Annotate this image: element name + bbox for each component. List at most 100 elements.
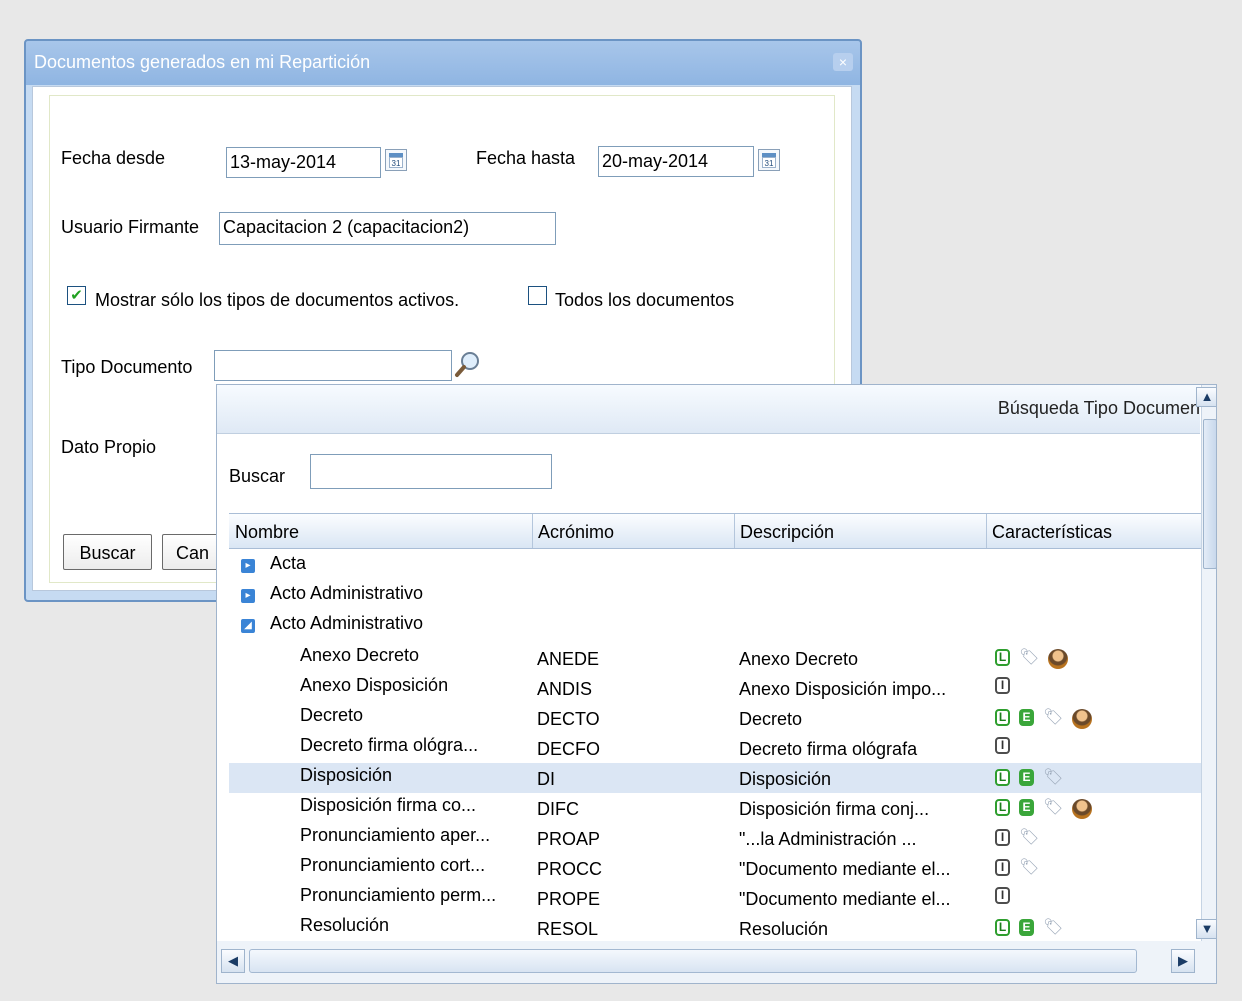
vertical-scroll-thumb[interactable]	[1203, 419, 1216, 569]
user-icon	[1048, 649, 1068, 669]
expediente-icon: E	[1019, 769, 1034, 786]
cell-nombre: Pronunciamiento cort...	[300, 855, 486, 875]
fecha-desde-input[interactable]: 13-may-2014	[226, 147, 381, 178]
tag-icon: 🏷	[1043, 769, 1064, 786]
group-row[interactable]: ◢ Acto Administrativo	[229, 611, 1201, 641]
tag-icon: 🏷	[1019, 829, 1040, 846]
column-nombre[interactable]: Nombre	[235, 522, 299, 543]
table-row[interactable]: Disposición firma co... DIFC Disposición…	[229, 793, 1201, 823]
group-row[interactable]: ▸ Acta	[229, 551, 1201, 581]
tag-icon: 🏷	[1043, 799, 1064, 816]
todos-checkbox[interactable]	[528, 286, 547, 305]
usuario-firmante-label: Usuario Firmante	[61, 217, 200, 237]
user-icon	[1072, 709, 1092, 729]
buscar-button[interactable]: Buscar	[63, 534, 152, 570]
column-caracteristicas[interactable]: Características	[992, 522, 1112, 543]
cell-nombre: Decreto	[300, 705, 364, 725]
group-label: Acta	[270, 553, 307, 573]
grid-header: Nombre Acrónimo Descripción Característi…	[229, 513, 1201, 549]
cell-acronimo: DIFC	[537, 799, 579, 819]
scroll-up-icon[interactable]: ▲	[1196, 387, 1216, 407]
search-icon[interactable]	[452, 350, 482, 380]
calendar-hasta-icon[interactable]	[758, 149, 780, 171]
calendar-desde-icon[interactable]	[385, 149, 407, 171]
column-separator	[532, 514, 533, 548]
cell-descripcion: "...la Administración ...	[739, 829, 917, 849]
cell-acronimo: RESOL	[537, 919, 599, 939]
busqueda-tipo-documento-popup: Búsqueda Tipo Documen ▲ ▼ Buscar Nombre …	[216, 384, 1217, 984]
importado-icon: I	[995, 677, 1010, 694]
cell-nombre: Decreto firma ológra...	[300, 735, 479, 755]
dato-propio-label: Dato Propio	[61, 437, 157, 457]
libre-icon: L	[995, 649, 1010, 666]
table-row[interactable]: Pronunciamiento aper... PROAP "...la Adm…	[229, 823, 1201, 853]
cell-descripcion: Disposición	[739, 769, 832, 789]
caracteristicas-icons: L E 🏷	[995, 799, 1101, 820]
table-row[interactable]: Anexo Disposición ANDIS Anexo Disposició…	[229, 673, 1201, 703]
cell-descripcion: Resolución	[739, 919, 829, 939]
table-row[interactable]: Decreto firma ológra... DECFO Decreto fi…	[229, 733, 1201, 763]
activos-checkbox-label: Mostrar sólo los tipos de documentos act…	[95, 290, 460, 310]
scroll-left-icon[interactable]: ◀	[221, 949, 245, 973]
cell-acronimo: PROAP	[537, 829, 601, 849]
horizontal-scroll-thumb[interactable]	[249, 949, 1137, 973]
caracteristicas-icons: L E 🏷	[995, 769, 1072, 790]
scroll-right-icon[interactable]: ▶	[1171, 949, 1195, 973]
importado-icon: I	[995, 829, 1010, 846]
table-row[interactable]: Pronunciamiento cort... PROCC "Documento…	[229, 853, 1201, 883]
cell-acronimo: PROPE	[537, 889, 601, 909]
column-acronimo[interactable]: Acrónimo	[538, 522, 614, 543]
tipo-documento-label: Tipo Documento	[61, 357, 193, 377]
caracteristicas-icons: I 🏷	[995, 859, 1048, 880]
caracteristicas-icons: I	[995, 677, 1019, 698]
popup-buscar-label: Buscar	[229, 466, 286, 486]
tag-icon: 🏷	[1043, 919, 1064, 936]
expediente-icon: E	[1019, 919, 1034, 936]
popup-header: Búsqueda Tipo Documen	[217, 385, 1200, 434]
cell-acronimo: ANDIS	[537, 679, 593, 699]
close-icon[interactable]: ×	[833, 53, 853, 71]
cell-acronimo: ANEDE	[537, 649, 600, 669]
tipo-documento-input[interactable]	[214, 350, 452, 381]
group-row[interactable]: ▸ Acto Administrativo	[229, 581, 1201, 611]
table-row[interactable]: Pronunciamiento perm... PROPE "Documento…	[229, 883, 1201, 913]
fecha-hasta-input[interactable]: 20-may-2014	[598, 146, 754, 177]
caracteristicas-icons: L E 🏷	[995, 919, 1072, 940]
column-descripcion[interactable]: Descripción	[740, 522, 834, 543]
caracteristicas-icons: L 🏷	[995, 649, 1077, 670]
caracteristicas-icons: I	[995, 737, 1019, 758]
expand-icon[interactable]: ▸	[241, 559, 255, 573]
tag-icon: 🏷	[1043, 709, 1064, 726]
cell-nombre: Resolución	[300, 915, 390, 935]
usuario-firmante-input[interactable]: Capacitacion 2 (capacitacion2)	[219, 212, 556, 245]
cell-descripcion: Anexo Disposición impo...	[739, 679, 947, 699]
collapse-icon[interactable]: ◢	[241, 619, 255, 633]
vertical-scrollbar[interactable]	[1201, 385, 1216, 941]
fecha-desde-label: Fecha desde	[61, 148, 166, 168]
user-icon	[1072, 799, 1092, 819]
horizontal-scrollbar[interactable]: ◀ ▶	[217, 941, 1216, 983]
cell-nombre: Disposición	[300, 765, 393, 785]
libre-icon: L	[995, 799, 1010, 816]
table-row[interactable]: Resolución RESOL Resolución L E 🏷	[229, 913, 1201, 943]
expand-icon[interactable]: ▸	[241, 589, 255, 603]
cell-descripcion: Decreto	[739, 709, 803, 729]
cell-acronimo: PROCC	[537, 859, 603, 879]
popup-buscar-input[interactable]	[310, 454, 552, 489]
importado-icon: I	[995, 887, 1010, 904]
table-row[interactable]: Decreto DECTO Decreto L E 🏷	[229, 703, 1201, 733]
cell-nombre: Disposición firma co...	[300, 795, 477, 815]
cell-nombre: Pronunciamiento aper...	[300, 825, 491, 845]
cell-nombre: Anexo Decreto	[300, 645, 420, 665]
table-row[interactable]: Anexo Decreto ANEDE Anexo Decreto L 🏷	[229, 643, 1201, 673]
expediente-icon: E	[1019, 709, 1034, 726]
table-row-selected[interactable]: Disposición DI Disposición L E 🏷	[229, 763, 1201, 793]
libre-icon: L	[995, 769, 1010, 786]
activos-checkbox[interactable]: ✔	[67, 286, 86, 305]
cell-descripcion: Disposición firma conj...	[739, 799, 930, 819]
cancelar-button[interactable]: Can	[162, 534, 222, 570]
cell-nombre: Pronunciamiento perm...	[300, 885, 497, 905]
cell-acronimo: DI	[537, 769, 555, 789]
column-separator	[986, 514, 987, 548]
caracteristicas-icons: I 🏷	[995, 829, 1048, 850]
